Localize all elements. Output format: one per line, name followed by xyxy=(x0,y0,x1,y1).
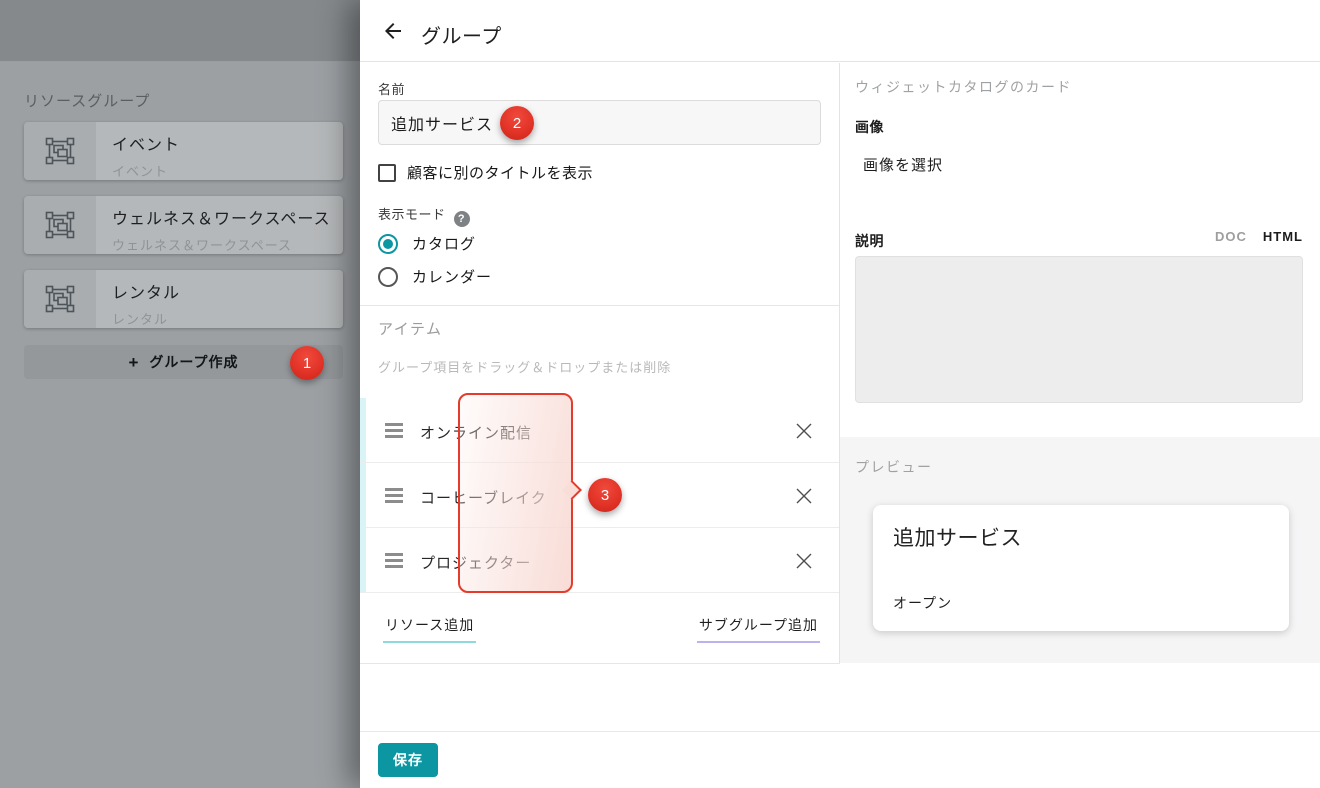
footer-divider xyxy=(360,731,1320,732)
object-group-icon xyxy=(24,270,96,328)
alt-title-checkbox-row[interactable]: 顧客に別のタイトルを表示 xyxy=(378,162,593,183)
description-format-tabs: DOC HTML xyxy=(1215,229,1303,244)
sidebar-section-title: リソースグループ xyxy=(24,90,150,111)
object-group-icon xyxy=(24,196,96,254)
widget-panel-title: ウィジェットカタログのカード xyxy=(855,77,1072,97)
group-name-input[interactable] xyxy=(378,100,821,145)
description-label: 説明 xyxy=(855,231,884,251)
checkbox-unchecked-icon[interactable] xyxy=(378,164,396,182)
preview-card-open-link[interactable]: オープン xyxy=(893,593,952,613)
description-textarea[interactable] xyxy=(855,256,1303,403)
remove-item-icon[interactable] xyxy=(794,486,814,506)
plus-icon: + xyxy=(128,354,139,371)
page: リソースグループ イベント イベント xyxy=(0,0,1320,788)
items-section-hint: グループ項目をドラッグ＆ドロップまたは削除 xyxy=(378,357,671,376)
radio-unselected-icon[interactable] xyxy=(378,267,398,287)
remove-item-icon[interactable] xyxy=(794,551,814,571)
group-item-label: プロジェクター xyxy=(420,552,531,573)
group-item-subtitle: ウェルネス＆ワークスペース xyxy=(112,235,343,254)
display-mode-label: 表示モード? xyxy=(378,204,470,227)
remove-item-icon[interactable] xyxy=(794,421,814,441)
group-item-title: イベント xyxy=(112,131,343,155)
add-subgroup-link[interactable]: サブグループ追加 xyxy=(697,615,820,643)
editor-header: グループ xyxy=(360,0,1320,62)
group-item-subtitle: イベント xyxy=(112,161,343,180)
content-bottom-divider xyxy=(360,663,840,664)
help-icon[interactable]: ? xyxy=(454,211,470,227)
resource-group-item-wellness[interactable]: ウェルネス＆ワークスペース ウェルネス＆ワークスペース xyxy=(24,196,343,254)
annotation-badge-2: 2 xyxy=(500,106,534,140)
group-editor-panel: グループ 名前 2 顧客に別のタイトルを表示 表示モード? カタログ カレンダー… xyxy=(360,0,1320,788)
section-divider xyxy=(360,305,839,306)
resource-group-sidebar: リソースグループ イベント イベント xyxy=(0,0,360,788)
radio-selected-icon[interactable] xyxy=(378,234,398,254)
group-item-label: コーヒーブレイク xyxy=(420,487,547,508)
select-image-button[interactable]: 画像を選択 xyxy=(859,150,947,179)
preview-card: 追加サービス オープン xyxy=(873,505,1289,631)
preview-card-title: 追加サービス xyxy=(893,522,1022,552)
items-section-title: アイテム xyxy=(378,318,443,339)
create-group-label: グループ作成 xyxy=(149,352,238,372)
resource-group-item-events[interactable]: イベント イベント xyxy=(24,122,343,180)
alt-title-checkbox-label: 顧客に別のタイトルを表示 xyxy=(407,162,593,183)
drag-handle-icon[interactable] xyxy=(385,488,403,503)
mode-option-calendar[interactable]: カレンダー xyxy=(378,266,492,287)
image-label: 画像 xyxy=(855,117,884,137)
name-label: 名前 xyxy=(378,79,405,98)
add-resource-link[interactable]: リソース追加 xyxy=(383,615,476,643)
tab-doc[interactable]: DOC xyxy=(1215,229,1247,244)
resource-group-item-rental[interactable]: レンタル レンタル xyxy=(24,270,343,328)
group-item-row: プロジェクター xyxy=(360,528,839,593)
drag-handle-icon[interactable] xyxy=(385,423,403,438)
mode-option-catalog[interactable]: カタログ xyxy=(378,233,476,254)
mode-option-label: カレンダー xyxy=(412,266,492,287)
drag-handle-icon[interactable] xyxy=(385,553,403,568)
group-item-subtitle: レンタル xyxy=(112,309,343,328)
back-arrow-button[interactable] xyxy=(379,18,407,46)
tab-html[interactable]: HTML xyxy=(1263,229,1303,244)
group-item-title: ウェルネス＆ワークスペース xyxy=(112,205,343,229)
annotation-badge-3: 3 xyxy=(588,478,622,512)
annotation-badge-1: 1 xyxy=(290,346,324,380)
group-item-row: オンライン配信 xyxy=(360,398,839,463)
group-item-title: レンタル xyxy=(112,279,343,303)
group-item-label: オンライン配信 xyxy=(420,422,532,443)
editor-title: グループ xyxy=(421,20,502,49)
save-button[interactable]: 保存 xyxy=(378,743,438,777)
mode-option-label: カタログ xyxy=(412,233,476,254)
object-group-icon xyxy=(24,122,96,180)
sidebar-topbar xyxy=(0,0,360,62)
preview-title: プレビュー xyxy=(855,457,933,477)
preview-section: プレビュー 追加サービス オープン xyxy=(840,437,1320,663)
